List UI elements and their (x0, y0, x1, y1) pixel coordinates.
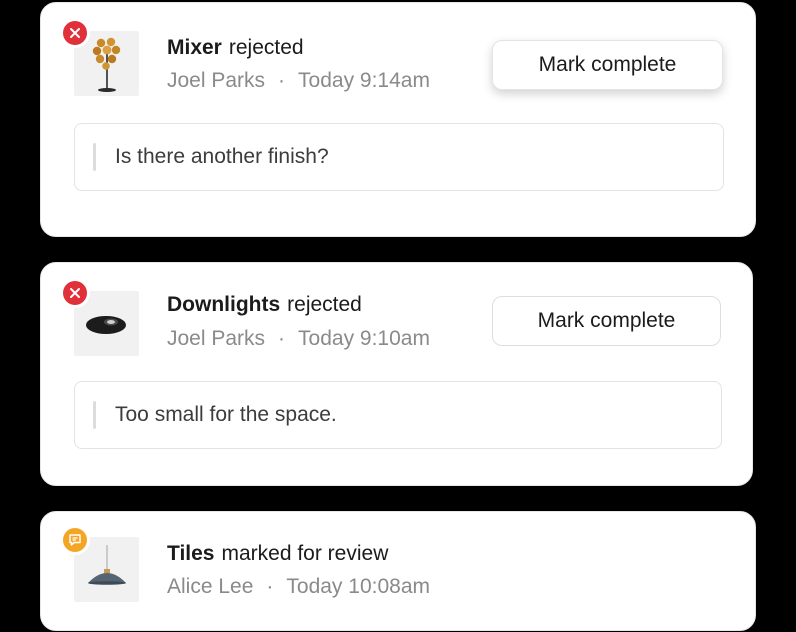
notification-title: Tiles marked for review (167, 542, 388, 566)
notification-card: Downlights rejected Joel Parks · Today 9:10… (40, 262, 753, 486)
notification-meta: Joel Parks · Today 9:14am (167, 69, 430, 93)
notification-feed: Mixer rejected Joel Parks · Today 9:14am Ma… (0, 0, 796, 632)
floor-lamp-icon (92, 37, 120, 92)
separator: · (266, 575, 274, 598)
x-circle-icon (63, 21, 87, 45)
comment-box: Too small for the space. (74, 381, 722, 449)
status-badge (60, 278, 90, 308)
mark-complete-button[interactable]: Mark complete (492, 40, 723, 90)
notification-meta: Joel Parks · Today 9:10am (167, 327, 430, 351)
action-text: rejected (228, 36, 304, 59)
separator: · (278, 69, 286, 92)
user-name: Joel Parks (167, 327, 266, 350)
notification-meta: Alice Lee · Today 10:08am (167, 575, 430, 599)
notification-title: Mixer rejected (167, 36, 304, 60)
comment-box: Is there another finish? (74, 123, 724, 191)
status-badge (60, 18, 90, 48)
notification-title: Downlights rejected (167, 293, 362, 317)
item-name: Tiles (167, 542, 215, 565)
user-name: Joel Parks (167, 69, 266, 92)
mark-complete-button[interactable]: Mark complete (492, 296, 721, 346)
user-name: Alice Lee (167, 575, 254, 598)
x-circle-icon (63, 281, 87, 305)
comment-text: Too small for the space. (115, 403, 337, 426)
item-name: Downlights (167, 293, 281, 316)
comment-text: Is there another finish? (115, 145, 329, 168)
timestamp: Today 10:08am (286, 575, 430, 598)
action-text: rejected (287, 293, 362, 316)
quote-bar (93, 143, 96, 171)
notification-card: Tiles marked for review Alice Lee · Today 1… (40, 511, 756, 631)
comment-icon (63, 528, 87, 552)
notification-card: Mixer rejected Joel Parks · Today 9:14am Ma… (40, 2, 756, 237)
item-name: Mixer (167, 36, 222, 59)
status-badge (60, 525, 90, 555)
action-text: marked for review (221, 542, 389, 565)
pendant-lamp-icon (87, 544, 126, 585)
quote-bar (93, 401, 96, 429)
timestamp: Today 9:14am (298, 69, 430, 92)
separator: · (278, 327, 286, 350)
timestamp: Today 9:10am (298, 327, 430, 350)
downlight-icon (85, 315, 126, 334)
